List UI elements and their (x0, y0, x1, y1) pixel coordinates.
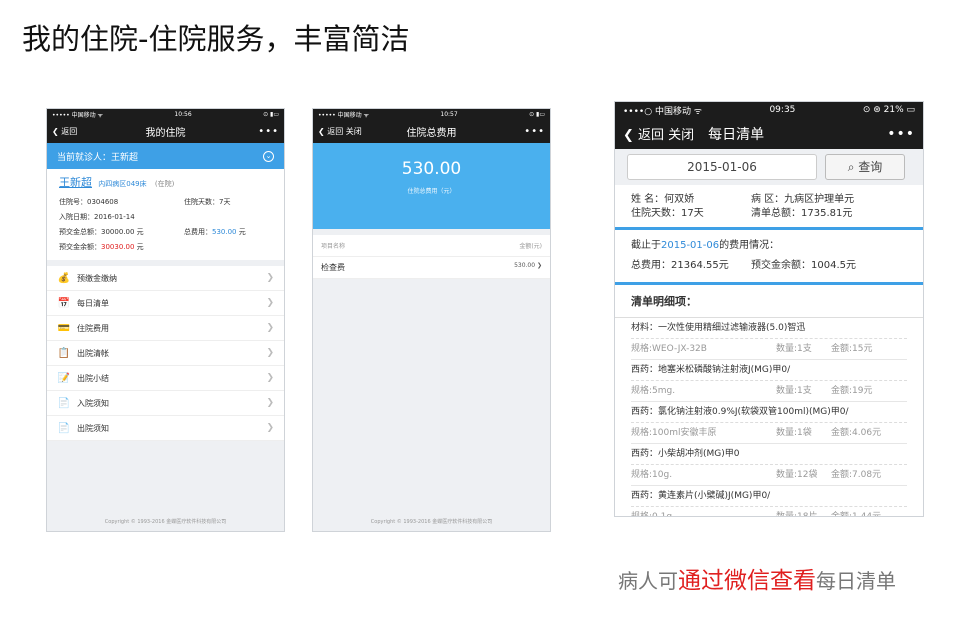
days-in-hospital: 住院天数：17天 (631, 208, 704, 219)
carrier: ••••• 中国移动 ᯤ (318, 111, 369, 119)
list-item: 材料：一次性使用精细过滤输液器(5.0)智迅 规格:WEO-JX-32B 数量:1支… (615, 318, 923, 360)
prepay-total: 预交金总额：30000.00 元 (59, 228, 144, 236)
chevron-right-icon: ❯ (266, 398, 274, 408)
list-item: 西药：黄连素片(小檗碱)J(MG)甲0/规格:0.1g. 数量:18片 金额:1.4… (615, 486, 923, 516)
date-query-bar: 2015-01-06 ⌕ 查询 (615, 149, 923, 185)
patient-name[interactable]: 王新超 (59, 176, 92, 189)
admission-date: 入院日期：2016-01-14 (59, 213, 135, 221)
admission-number: 住院号：0304608 (59, 198, 119, 206)
more-icon[interactable]: ••• (887, 126, 915, 142)
settle-icon: 📋 (57, 347, 71, 359)
clock: 09:35 (769, 105, 796, 115)
notice-icon: 📄 (57, 422, 71, 434)
detail-title: 清单明细项： (615, 285, 923, 318)
phone-total-fees: ••••• 中国移动 ᯤ 10:57 ⊙ ▮▭ ❮ 返回 关闭 住院总费用 ••… (312, 108, 551, 532)
total-amount-panel: 530.00 住院总费用（元） (313, 143, 550, 229)
menu-item-prepay[interactable]: 💰 预缴金缴纳 ❯ (47, 266, 284, 291)
nav-bar: ❮ 返回 关闭 住院总费用 ••• (313, 119, 550, 143)
carrier: ••••○ 中国移动 ᯤ (623, 106, 703, 117)
back-close-button[interactable]: ❮ 返回 关闭 (623, 124, 694, 143)
back-close-button[interactable]: ❮ 返回 关闭 (318, 126, 362, 137)
total-amount: 530.00 (401, 159, 462, 179)
chevron-down-icon[interactable]: ⌄ (263, 150, 274, 162)
caption: 病人可通过微信查看每日清单 (618, 568, 896, 594)
menu-item-fees[interactable]: 💳 住院费用 ❯ (47, 316, 284, 341)
money-bag-icon: 💰 (57, 272, 71, 284)
prepay-balance: 预交金余额：30030.00 元 (59, 243, 144, 251)
clock: 10:56 (174, 110, 192, 118)
query-button[interactable]: ⌕ 查询 (825, 154, 905, 180)
status-bar: ••••• 中国移动 ᯤ 10:56 ⊙ ▮▭ (47, 109, 284, 119)
menu-item-daily-list[interactable]: 📅 每日清单 ❯ (47, 291, 284, 316)
list-item: 西药：地塞米松磷酸钠注射液J(MG)甲0/规格:5mg. 数量:1支 金额:19元 (615, 360, 923, 402)
chevron-right-icon: ❯ (266, 348, 274, 358)
total-fee: 总费用：21364.55元 (631, 260, 729, 271)
patient-info: 姓 名：何双娇 病 区：九病区护理单元 住院天数：17天 清单总额：1735.81元 (615, 185, 923, 227)
status-icons: ⊙ ⊛ 21% ▭ (862, 105, 915, 115)
current-patient-bar[interactable]: 当前就诊人：王新超 ⌄ (47, 143, 284, 169)
status-icons: ⊙ ▮▭ (529, 110, 545, 118)
calendar-icon: 📅 (57, 297, 71, 309)
status-bar: ••••○ 中国移动 ᯤ 09:35 ⊙ ⊛ 21% ▭ (615, 102, 923, 118)
clock: 10:57 (440, 110, 458, 118)
date-input[interactable]: 2015-01-06 (627, 154, 817, 180)
nav-title: 我的住院 (145, 127, 186, 139)
back-button[interactable]: ❮ 返回 (52, 126, 77, 137)
current-patient-label: 当前就诊人：王新超 (57, 152, 139, 163)
chevron-right-icon: ❯ (266, 373, 274, 383)
ward: 病 区：九病区护理单元 (751, 194, 855, 205)
menu-item-discharge-notice[interactable]: 📄 出院须知 ❯ (47, 416, 284, 441)
summary-icon: 📝 (57, 372, 71, 384)
chevron-right-icon: ❯ (266, 273, 274, 283)
chevron-right-icon: ❯ (266, 323, 274, 333)
menu-item-summary[interactable]: 📝 出院小结 ❯ (47, 366, 284, 391)
chevron-right-icon: ❯ (266, 298, 274, 308)
list-item: 西药：氯化钠注射液0.9%J(软袋双管100ml)(MG)甲0/规格:100ml… (615, 402, 923, 444)
patient-name: 姓 名：何双娇 (631, 194, 695, 205)
status-badge: (在院) (154, 180, 175, 188)
table-header: 项目名称 金额(元) (313, 235, 550, 257)
nav-bar: ❮ 返回 我的住院 ••• (47, 119, 284, 143)
ward-bed: 内四病区049床 (98, 180, 147, 188)
copyright: Copyright © 1993-2016 金蝶医疗软件科技有限公司 (370, 519, 493, 525)
phone-my-hospitalization: ••••• 中国移动 ᯤ 10:56 ⊙ ▮▭ ❮ 返回 我的住院 ••• 当前… (46, 108, 285, 532)
list-item: 西药：小柴胡冲剂(MG)甲0 规格:10g. 数量:12袋 金额:7.08元 (615, 444, 923, 486)
total-amount-label: 住院总费用（元） (407, 188, 456, 195)
notice-icon: 📄 (57, 397, 71, 409)
phone-daily-list: ••••○ 中国移动 ᯤ 09:35 ⊙ ⊛ 21% ▭ ❮ 返回 关闭 每日清… (614, 101, 924, 517)
fee-icon: 💳 (57, 322, 71, 334)
as-of-line: 截止于2015-01-06的费用情况： (631, 240, 780, 251)
nav-title: 每日清单 (708, 126, 765, 143)
page-title: 我的住院-住院服务，丰富简洁 (22, 22, 410, 56)
menu-item-admission-notice[interactable]: 📄 入院须知 ❯ (47, 391, 284, 416)
total-fee: 总费用：530.00 元 (184, 228, 246, 236)
more-icon[interactable]: ••• (258, 126, 279, 137)
patient-card: 王新超 内四病区049床 (在院) 住院号：0304608 住院天数：7天 入院日… (47, 169, 284, 260)
menu-item-settle[interactable]: 📋 出院清帐 ❯ (47, 341, 284, 366)
prepay-balance: 预交金余额：1004.5元 (751, 260, 856, 271)
status-bar: ••••• 中国移动 ᯤ 10:57 ⊙ ▮▭ (313, 109, 550, 119)
service-menu: 💰 预缴金缴纳 ❯ 📅 每日清单 ❯ 💳 住院费用 ❯ 📋 出院清帐 ❯ 📝 出院小结 ❯ 📄 入院须… (47, 266, 284, 441)
chevron-right-icon: ❯ (266, 423, 274, 433)
fee-summary: 截止于2015-01-06的费用情况： 总费用：21364.55元 预交金余额：1… (615, 230, 923, 282)
days-in-hospital: 住院天数：7天 (184, 198, 231, 206)
more-icon[interactable]: ••• (524, 126, 545, 137)
nav-bar: ❮ 返回 关闭 每日清单 ••• (615, 118, 923, 149)
table-row[interactable]: 检查费 530.00 ❯ (313, 257, 550, 279)
list-total: 清单总额：1735.81元 (751, 208, 853, 219)
carrier: ••••• 中国移动 ᯤ (52, 111, 103, 119)
status-icons: ⊙ ▮▭ (263, 110, 279, 118)
copyright: Copyright © 1993-2016 金蝶医疗软件科技有限公司 (104, 519, 227, 525)
